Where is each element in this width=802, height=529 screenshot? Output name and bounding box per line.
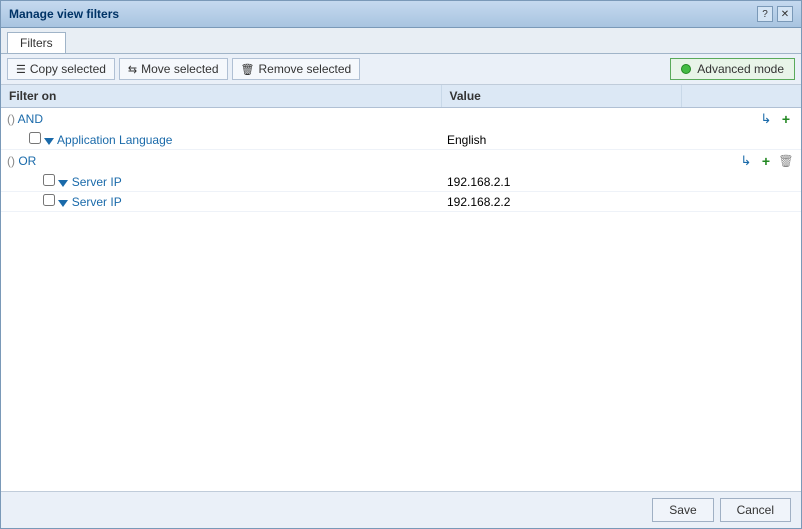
toolbar: ☰ Copy selected ⇆ Move selected 🗑 Remove…	[1, 54, 801, 85]
cancel-button[interactable]: Cancel	[720, 498, 791, 522]
copy-selected-button[interactable]: ☰ Copy selected	[7, 58, 115, 80]
and-link[interactable]: AND	[18, 112, 43, 126]
content-area: Filter on Value () AND ↳ +	[1, 85, 801, 491]
save-button[interactable]: Save	[652, 498, 713, 522]
table-row: Server IP 192.168.2.2	[1, 192, 801, 212]
funnel-icon	[58, 200, 68, 207]
add-filter-icon[interactable]: +	[777, 110, 795, 128]
and-row-actions: ↳ +	[687, 110, 795, 128]
advanced-mode-indicator	[681, 64, 691, 74]
app-lang-link[interactable]: Application Language	[57, 133, 172, 147]
server-ip1-value: 192.168.2.1	[441, 172, 681, 192]
move-selected-button[interactable]: ⇆ Move selected	[119, 58, 228, 80]
remove-icon: 🗑	[241, 63, 255, 76]
title-icons: ? ✕	[757, 6, 793, 22]
server-ip1-cell: Server IP	[1, 172, 441, 192]
group-and-cell: () AND	[1, 108, 441, 131]
server-ip2-checkbox[interactable]	[43, 194, 55, 206]
or-link[interactable]: OR	[18, 154, 36, 168]
server-ip1-checkbox[interactable]	[43, 174, 55, 186]
manage-filters-dialog: Manage view filters ? ✕ Filters ☰ Copy s…	[0, 0, 802, 529]
copy-icon: ☰	[16, 63, 26, 76]
title-bar: Manage view filters ? ✕	[1, 1, 801, 28]
table-header: Filter on Value	[1, 85, 801, 108]
remove-selected-button[interactable]: 🗑 Remove selected	[232, 58, 361, 80]
funnel-icon	[58, 180, 68, 187]
table-row: () AND ↳ +	[1, 108, 801, 131]
tab-filters[interactable]: Filters	[7, 32, 66, 53]
advanced-mode-button[interactable]: Advanced mode	[670, 58, 795, 80]
server-ip2-value: 192.168.2.2	[441, 192, 681, 212]
add-subfilter-or-icon[interactable]: ↳	[737, 152, 755, 170]
advanced-label: Advanced mode	[697, 62, 784, 76]
table-row: Server IP 192.168.2.1	[1, 172, 801, 192]
server-ip2-link[interactable]: Server IP	[72, 195, 122, 209]
col-filter-header: Filter on	[1, 85, 441, 108]
delete-or-group-icon[interactable]: 🗑	[777, 152, 795, 170]
copy-label: Copy selected	[30, 62, 106, 76]
funnel-icon	[44, 138, 54, 145]
footer: Save Cancel	[1, 491, 801, 528]
table-row: () OR ↳ + 🗑	[1, 150, 801, 173]
server-ip1-link[interactable]: Server IP	[72, 175, 122, 189]
move-icon: ⇆	[128, 63, 137, 76]
col-actions-header	[681, 85, 801, 108]
add-subfilter-icon[interactable]: ↳	[757, 110, 775, 128]
tab-bar: Filters	[1, 28, 801, 54]
help-button[interactable]: ?	[757, 6, 773, 22]
app-lang-cell: Application Language	[1, 130, 441, 150]
close-button[interactable]: ✕	[777, 6, 793, 22]
move-label: Move selected	[141, 62, 218, 76]
dialog-title: Manage view filters	[9, 7, 119, 21]
group-or-cell: () OR	[1, 150, 441, 173]
table-row: Application Language English	[1, 130, 801, 150]
remove-label: Remove selected	[258, 62, 351, 76]
or-row-actions: ↳ + 🗑	[687, 152, 795, 170]
app-lang-value: English	[441, 130, 681, 150]
filter-table: Filter on Value () AND ↳ +	[1, 85, 801, 212]
col-value-header: Value	[441, 85, 681, 108]
add-filter-or-icon[interactable]: +	[757, 152, 775, 170]
server-ip2-cell: Server IP	[1, 192, 441, 212]
app-lang-checkbox[interactable]	[29, 132, 41, 144]
